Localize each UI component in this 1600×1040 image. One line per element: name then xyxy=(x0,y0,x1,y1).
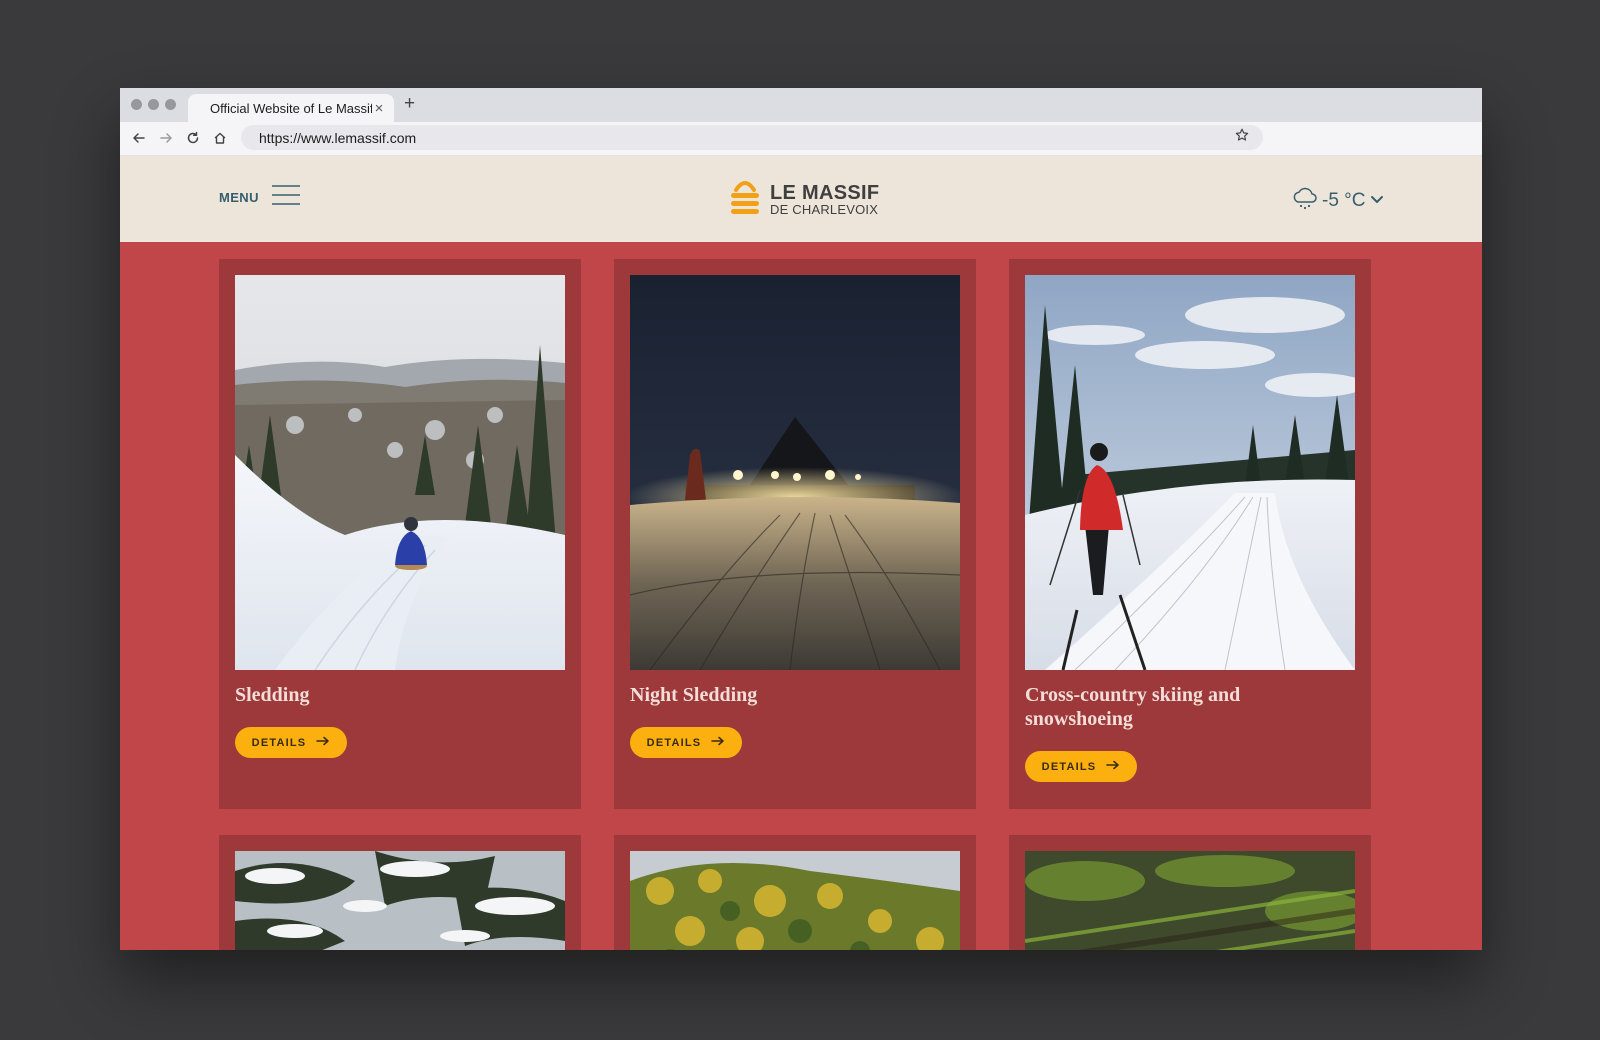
hamburger-icon xyxy=(271,184,301,211)
activity-card-row2-1 xyxy=(219,835,581,950)
tab-title: Official Website of Le Massif xyxy=(210,100,372,116)
close-tab-icon[interactable]: × xyxy=(372,100,386,117)
card-title: Night Sledding xyxy=(630,684,758,706)
site-logo[interactable]: LE MASSIF DE CHARLEVOIX xyxy=(728,176,879,223)
url-text: https://www.lemassif.com xyxy=(259,129,417,146)
card-title: Cross-country skiing and snowshoeing xyxy=(1025,684,1241,730)
window-controls xyxy=(131,99,176,110)
tab-bar: Official Website of Le Massif × + xyxy=(120,88,1482,122)
browser-toolbar: https://www.lemassif.com xyxy=(120,122,1482,156)
browser-window: Official Website of Le Massif × + https:… xyxy=(120,88,1482,950)
activity-card-row2-3 xyxy=(1009,835,1371,950)
snow-cloud-icon xyxy=(1292,186,1318,215)
minimize-window-dot[interactable] xyxy=(148,99,159,110)
activity-card-cross-country: Cross-country skiing and snowshoeing DET… xyxy=(1009,259,1371,809)
snowy-branches-photo[interactable] xyxy=(235,851,565,950)
activity-card-row2-2 xyxy=(614,835,976,950)
details-label: DETAILS xyxy=(646,736,702,749)
temperature: -5 °C xyxy=(1322,189,1366,211)
chevron-down-icon xyxy=(1370,192,1384,210)
menu-label: MENU xyxy=(219,190,259,205)
menu-button[interactable]: MENU xyxy=(219,184,301,211)
reload-icon[interactable] xyxy=(184,129,202,147)
logo-line2: DE CHARLEVOIX xyxy=(770,201,879,217)
arrow-right-icon xyxy=(711,736,725,749)
back-arrow-icon[interactable] xyxy=(130,129,148,147)
details-button-cross-country[interactable]: DETAILS xyxy=(1025,751,1137,782)
maximize-window-dot[interactable] xyxy=(165,99,176,110)
details-label: DETAILS xyxy=(251,736,307,749)
active-tab[interactable]: Official Website of Le Massif × xyxy=(188,94,394,122)
card-title: Sledding xyxy=(235,684,310,706)
logo-wordmark: LE MASSIF DE CHARLEVOIX xyxy=(770,183,879,217)
details-button-sledding[interactable]: DETAILS xyxy=(235,727,347,758)
green-trail-photo[interactable] xyxy=(1025,851,1355,950)
address-bar[interactable]: https://www.lemassif.com xyxy=(241,125,1263,150)
sledding-photo[interactable] xyxy=(235,275,565,670)
bookmark-star-icon[interactable] xyxy=(1235,128,1249,147)
activity-card-sledding: Sledding DETAILS xyxy=(219,259,581,809)
details-label: DETAILS xyxy=(1041,760,1097,773)
arrow-right-icon xyxy=(316,736,330,749)
close-window-dot[interactable] xyxy=(131,99,142,110)
autumn-forest-photo[interactable] xyxy=(630,851,960,950)
logo-mountain-icon xyxy=(728,176,762,223)
arrow-right-icon xyxy=(1106,760,1120,773)
site-header: MENU LE MASSIF DE CHARLEVOIX -5 °C xyxy=(120,156,1482,242)
home-icon[interactable] xyxy=(211,129,229,147)
new-tab-icon[interactable]: + xyxy=(404,93,415,115)
logo-line1: LE MASSIF xyxy=(770,181,880,204)
cross-country-photo[interactable] xyxy=(1025,275,1355,670)
activity-card-night-sledding: Night Sledding DETAILS xyxy=(614,259,976,809)
details-button-night-sledding[interactable]: DETAILS xyxy=(630,727,742,758)
night-sledding-photo[interactable] xyxy=(630,275,960,670)
forward-arrow-icon[interactable] xyxy=(157,129,175,147)
weather-widget[interactable]: -5 °C xyxy=(1292,186,1384,215)
